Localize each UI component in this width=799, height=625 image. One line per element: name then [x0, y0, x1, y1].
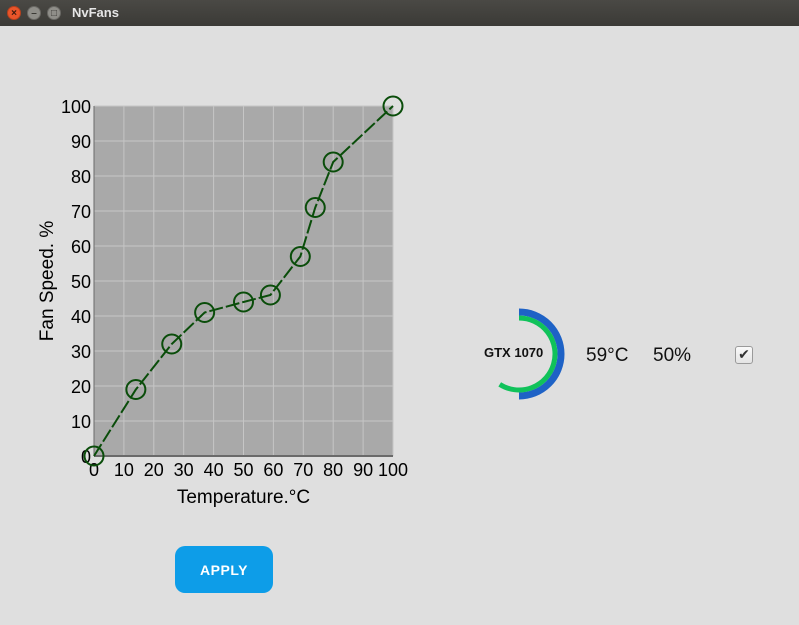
gpu-fan-speed: 50%: [653, 345, 692, 366]
x-tick-label: 30: [174, 460, 194, 480]
apply-button[interactable]: APPLY: [175, 546, 273, 593]
y-tick-label: 90: [71, 132, 91, 152]
y-tick-label: 80: [71, 167, 91, 187]
gpu-temperature: 59°C: [586, 345, 629, 366]
maximize-icon[interactable]: □: [47, 6, 61, 20]
gpu-name: GTX 1070: [484, 345, 544, 360]
y-tick-label: 50: [71, 272, 91, 292]
y-tick-label: 60: [71, 237, 91, 257]
x-tick-label: 10: [114, 460, 134, 480]
y-tick-labels: 0102030405060708090100: [61, 97, 91, 467]
x-tick-label: 90: [353, 460, 373, 480]
x-tick-labels: 0 10 20 30 40 50 60 70 80 90 100: [89, 460, 408, 480]
window-title: NvFans: [72, 5, 119, 20]
gpu-enable-checkbox[interactable]: ✔: [735, 346, 753, 364]
y-axis-title: Fan Speed. %: [37, 221, 58, 342]
minimize-icon[interactable]: –: [27, 6, 41, 20]
y-tick-label: 10: [71, 412, 91, 432]
close-icon[interactable]: ×: [7, 6, 21, 20]
x-tick-label: 70: [293, 460, 313, 480]
x-axis-title: Temperature.°C: [177, 487, 310, 508]
x-tick-label: 80: [323, 460, 343, 480]
y-tick-label: 70: [71, 202, 91, 222]
x-tick-label: 50: [233, 460, 253, 480]
fan-curve-chart[interactable]: 0 10 20 30 40 50 60 70 80 90 100 01020304050607080…: [0, 26, 440, 526]
title-bar: × – □ NvFans: [0, 0, 799, 26]
y-tick-label: 20: [71, 377, 91, 397]
y-tick-label: 100: [61, 97, 91, 117]
y-tick-label: 40: [71, 307, 91, 327]
y-tick-label: 30: [71, 342, 91, 362]
x-tick-label: 20: [144, 460, 164, 480]
x-tick-label: 40: [204, 460, 224, 480]
x-tick-label: 100: [378, 460, 408, 480]
x-tick-label: 60: [263, 460, 283, 480]
